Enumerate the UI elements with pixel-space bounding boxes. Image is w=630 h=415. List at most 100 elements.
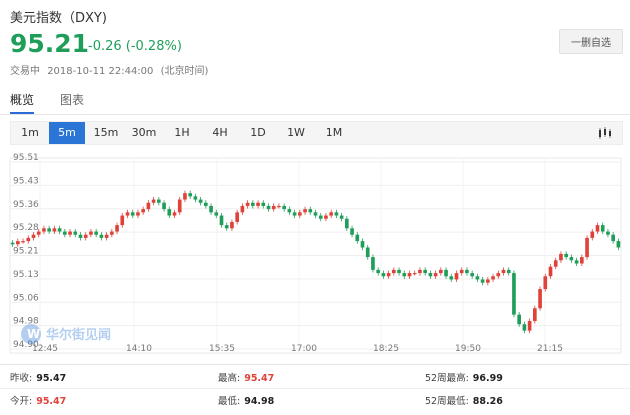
period-selector: 1m 5m 15m 30m 1H 4H 1D 1W 1M (10, 121, 623, 145)
candlestick-type-icon[interactable] (598, 126, 612, 140)
candle-body (517, 314, 521, 325)
candle-body (125, 212, 130, 216)
candle-body (94, 231, 98, 235)
candle-body (240, 205, 245, 213)
timezone-label: (北京时间) (160, 66, 209, 77)
candle-body (574, 260, 579, 264)
x-tick-label: 12:45 (32, 344, 58, 354)
period-1h[interactable]: 1H (163, 122, 201, 144)
candle-body (292, 212, 297, 216)
candle-body (501, 269, 506, 274)
period-1w[interactable]: 1W (277, 122, 315, 144)
candle-body (230, 221, 234, 229)
page-title: 美元指数（DXY) (10, 11, 107, 26)
y-tick-label: 95.21 (13, 247, 39, 257)
candlestick-series (10, 190, 621, 334)
period-15m[interactable]: 15m (87, 122, 125, 144)
tab-bar: 概览 图表 (0, 88, 630, 115)
period-30m[interactable]: 30m (125, 122, 163, 144)
y-tick-label: 95.43 (13, 176, 39, 186)
tab-overview[interactable]: 概览 (10, 91, 34, 108)
candle-body (157, 199, 161, 203)
period-1d[interactable]: 1D (239, 122, 277, 144)
candle-body (177, 199, 182, 213)
candle-body (371, 257, 375, 270)
period-1mo[interactable]: 1M (315, 122, 353, 144)
candle-body (16, 241, 20, 245)
timestamp: 2018-10-11 22:44:00 (47, 66, 154, 77)
candle-body (209, 205, 213, 213)
candle-body (204, 202, 208, 206)
candle-body (538, 289, 542, 309)
candle-body (580, 257, 584, 264)
candle-body (329, 212, 333, 216)
stat-52w-high: 52周最高: 96.99 (425, 373, 503, 384)
current-price: 95.21 (10, 29, 90, 58)
price-change: -0.26 (-0.28%) (88, 39, 182, 54)
trade-status: 交易中 2018-10-11 22:44:00 (北京时间) (10, 62, 212, 77)
candle-body (287, 209, 292, 213)
stat-prev-close: 昨收: 95.47 (10, 373, 67, 384)
candle-body (63, 231, 67, 235)
tab-chart[interactable]: 图表 (60, 91, 84, 108)
active-tab-indicator (10, 112, 34, 114)
candle-body (151, 199, 156, 203)
candle-body (188, 193, 192, 197)
candle-body (350, 228, 354, 235)
period-4h[interactable]: 4H (201, 122, 239, 144)
candle-body (146, 202, 151, 210)
svg-text:W: W (27, 327, 40, 341)
candle-body (590, 231, 595, 238)
candle-body (611, 234, 615, 242)
candle-body (277, 205, 281, 208)
candle-body (266, 205, 271, 210)
candle-body (57, 228, 62, 232)
candle-body (381, 273, 386, 277)
candle-body (308, 209, 313, 213)
x-tick-label: 17:00 (291, 344, 317, 354)
candle-body (271, 205, 276, 210)
candle-body (282, 205, 286, 210)
candle-body (454, 273, 459, 280)
candle-body (559, 253, 563, 261)
candle-body (324, 215, 328, 219)
candle-body (428, 273, 433, 277)
y-axis-labels: 95.5195.4395.3695.2895.2195.1395.0694.98… (13, 153, 39, 350)
candle-body (31, 234, 36, 238)
candle-body (386, 273, 391, 277)
candle-body (115, 225, 119, 232)
candle-body (402, 273, 407, 277)
candle-body (141, 209, 145, 213)
watermark-text: 华尔街见闻 (46, 327, 111, 343)
candle-body (553, 260, 558, 267)
candle-body (104, 234, 109, 238)
x-tick-label: 21:15 (537, 344, 563, 354)
candle-body (235, 212, 239, 222)
candle-body (522, 324, 527, 331)
candle-body (110, 231, 114, 235)
candle-body (376, 269, 380, 274)
candle-body (261, 202, 266, 206)
candle-body (89, 231, 93, 235)
candle-body (167, 209, 172, 216)
candle-body (606, 231, 610, 235)
period-1m[interactable]: 1m (11, 122, 49, 144)
candle-body (162, 202, 166, 210)
y-tick-label: 95.51 (13, 153, 39, 163)
period-5m[interactable]: 5m (49, 122, 85, 144)
candle-body (397, 269, 401, 274)
remove-watchlist-button[interactable]: 一删自选 (559, 29, 623, 54)
candle-body (339, 215, 344, 219)
candle-body (585, 237, 589, 258)
candle-body (251, 202, 255, 206)
candle-body (183, 193, 187, 200)
candle-body (26, 237, 31, 242)
price-chart[interactable]: 95.5195.4395.3695.2895.2195.1395.0694.98… (0, 148, 630, 358)
candle-body (480, 279, 485, 283)
x-tick-label: 14:10 (126, 344, 152, 354)
y-tick-label: 95.36 (13, 200, 39, 210)
candle-body (486, 279, 490, 283)
candle-body (600, 225, 605, 232)
candle-body (42, 228, 46, 232)
candle-body (198, 199, 203, 203)
